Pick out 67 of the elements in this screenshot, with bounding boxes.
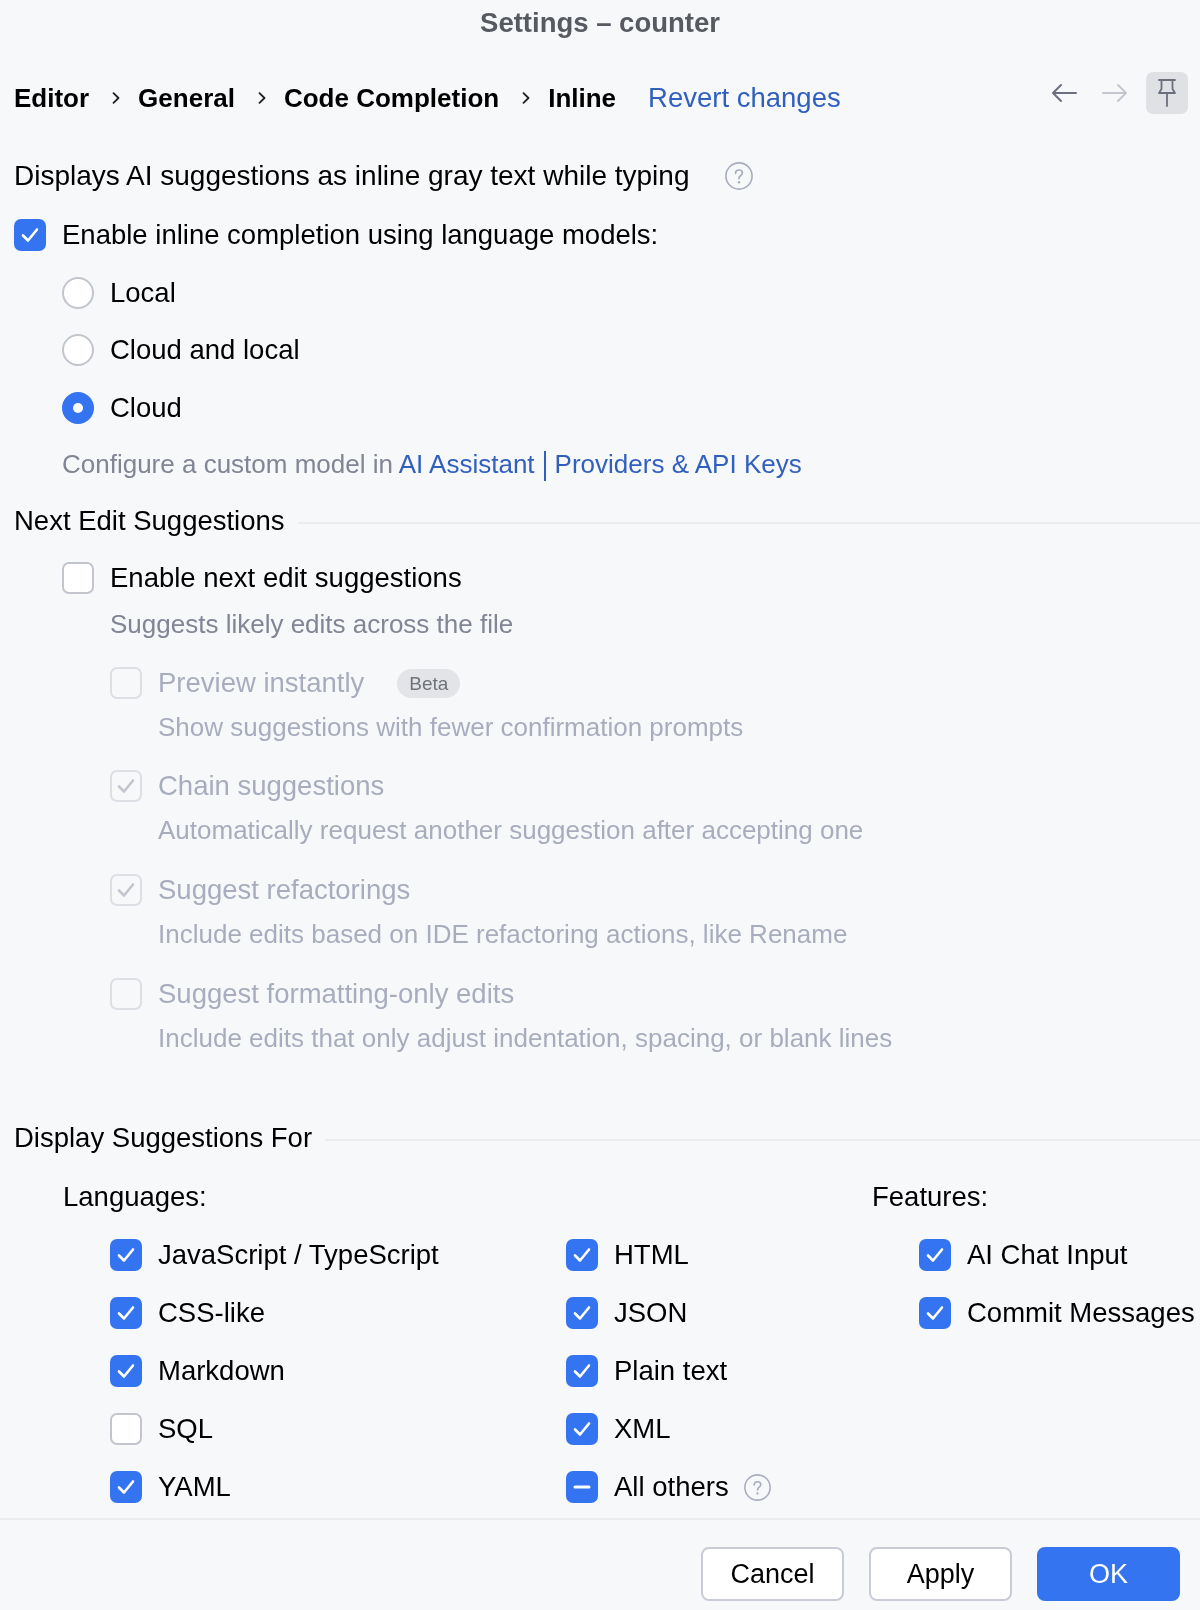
pin-icon [1158,79,1176,107]
chevron-right-icon [257,92,266,104]
checkbox-label: XML [614,1413,671,1445]
hint-text: Include edits that only adjust indentation, spacing, or blank lines [158,1022,893,1054]
checkbox[interactable] [566,1471,598,1503]
checkbox-label: SQL [158,1413,214,1445]
checkbox[interactable] [62,562,94,594]
radio-label: Cloud [110,392,182,424]
checkbox-label: CSS-like [158,1297,265,1329]
checkbox[interactable] [566,1239,598,1271]
checkbox[interactable] [919,1239,951,1271]
checkbox-label: Enable next edit suggestions [110,562,462,594]
section-title: Next Edit Suggestions [14,505,285,537]
group-label: Features: [872,1181,989,1213]
checkbox[interactable] [110,1413,142,1445]
section-title: Display Suggestions For [14,1122,313,1154]
dialog-button[interactable]: OK [1037,1547,1180,1601]
breadcrumb-item[interactable]: Code Completion [283,82,500,114]
chevron-right-icon [112,92,121,104]
checkbox-label: JSON [614,1297,688,1329]
checkbox[interactable] [110,1355,142,1387]
checkbox-label: Enable inline completion using language models: [62,219,659,251]
hint-text: Include edits based on IDE refactoring actions, like Rename [158,918,848,950]
checkbox[interactable] [110,1239,142,1271]
beta-badge: Beta [397,668,461,698]
hint-text: Configure a custom model in AI Assistant Providers & API Keys [62,448,802,482]
breadcrumb-item: Inline [548,82,617,114]
hint-text: Show suggestions with fewer confirmation prompts [158,711,744,743]
pin-button[interactable] [1146,72,1188,114]
checkbox[interactable] [566,1297,598,1329]
radio-button[interactable] [62,392,94,424]
hint-text: Suggests likely edits across the file [110,608,514,640]
checkbox-label: JavaScript / TypeScript [158,1239,439,1271]
description-text: Displays AI suggestions as inline gray text while typing [14,160,690,192]
breadcrumb-item[interactable]: General [138,82,235,114]
checkbox[interactable] [566,1413,598,1445]
checkbox-label: Suggest refactorings [158,874,411,906]
settings-link[interactable]: AI Assistant [398,448,535,479]
checkbox-label: AI Chat Input [967,1239,1128,1271]
window-title: Settings – counter [480,7,720,39]
checkbox-label: Chain suggestions [158,770,385,802]
dialog-button[interactable]: Apply [869,1547,1012,1601]
radio-label: Local [110,277,176,309]
checkbox[interactable] [110,1471,142,1503]
radio-label: Cloud and local [110,334,300,366]
group-label: Languages: [63,1181,207,1213]
checkbox[interactable] [14,219,46,251]
checkbox-label: YAML [158,1471,231,1503]
radio-button[interactable] [62,277,94,309]
checkbox-label: Preview instantly [158,667,365,699]
hint-text: Automatically request another suggestion after accepting one [158,814,864,846]
checkbox-label: Commit Messages [967,1297,1195,1329]
checkbox-label: Markdown [158,1355,285,1387]
checkbox-label: Suggest formatting-only edits [158,978,515,1010]
radio-button[interactable] [62,334,94,366]
checkbox[interactable] [110,1297,142,1329]
breadcrumb-item[interactable]: Editor [14,82,90,114]
checkbox-label: HTML [614,1239,689,1271]
chevron-right-icon [522,92,531,104]
dialog-button[interactable]: Cancel [701,1547,844,1601]
checkbox-label: All others [614,1471,729,1503]
left-arrow-icon[interactable] [1051,83,1077,103]
checkbox[interactable] [919,1297,951,1329]
revert-link[interactable]: Revert changes [648,82,841,114]
checkbox[interactable] [566,1355,598,1387]
settings-link[interactable]: Providers & API Keys [554,448,802,479]
checkbox-label: Plain text [614,1355,728,1387]
